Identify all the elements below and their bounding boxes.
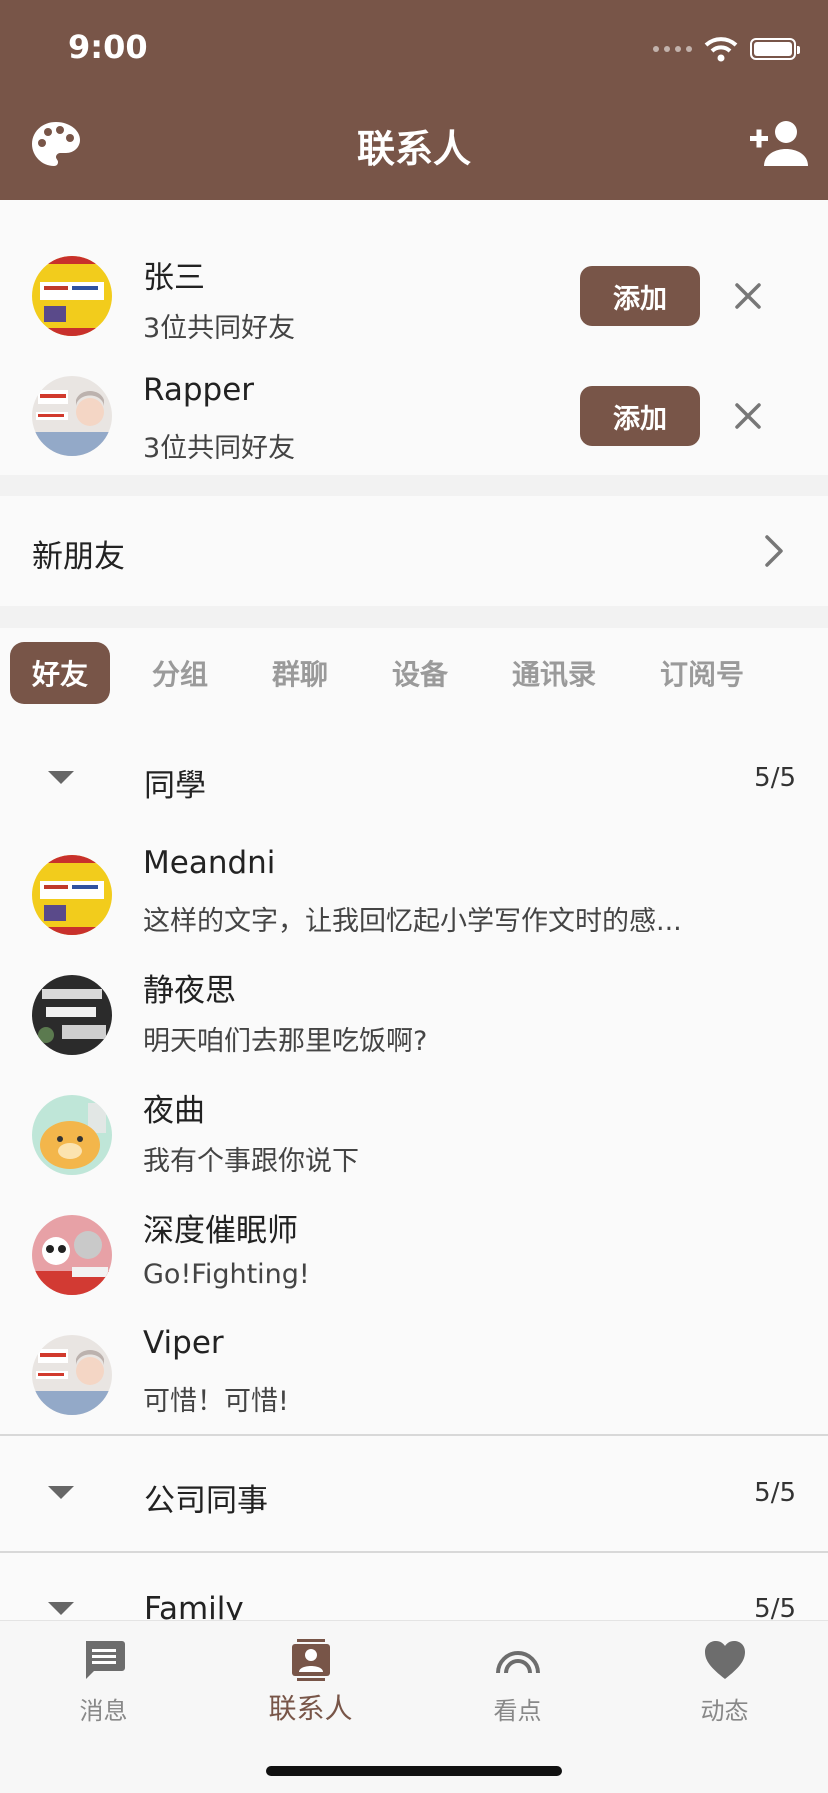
- group-name: 公司同事: [144, 1483, 268, 1519]
- divider: [0, 1434, 828, 1436]
- triangle-down-icon: [48, 771, 74, 784]
- contact-name: Meandni: [143, 845, 276, 881]
- heart-icon: [704, 1641, 745, 1679]
- nav-label: 看点: [493, 1697, 542, 1725]
- new-friends-label: 新朋友: [32, 539, 125, 575]
- group-count: 5/5: [754, 1478, 796, 1508]
- request-mutual: 3位共同好友: [143, 313, 296, 344]
- chevron-right-icon: [765, 535, 783, 567]
- add-button[interactable]: 添加: [580, 266, 700, 326]
- add-button[interactable]: 添加: [580, 386, 700, 446]
- request-item: Rapper 3位共同好友 添加: [0, 362, 828, 472]
- contact-message: 这样的文字，让我回忆起小学写作文时的感...: [143, 906, 682, 937]
- add-person-icon[interactable]: [748, 118, 808, 168]
- contact-name: 静夜思: [143, 973, 236, 1009]
- avatar[interactable]: [32, 256, 112, 336]
- page-title: 联系人: [356, 127, 471, 171]
- nav-moments[interactable]: 动态: [621, 1621, 828, 1731]
- avatar[interactable]: [32, 376, 112, 456]
- nav-label: 动态: [700, 1697, 749, 1725]
- group-name: 同學: [144, 768, 206, 804]
- avatar: [32, 855, 112, 935]
- contact-message: 可惜！可惜!: [143, 1386, 289, 1417]
- status-icons: [653, 36, 800, 62]
- tab-group-chats[interactable]: 群聊: [250, 642, 350, 704]
- request-name: Rapper: [143, 372, 255, 408]
- divider: [0, 1551, 828, 1553]
- contact-message: 我有个事跟你说下: [143, 1146, 359, 1177]
- contact-name: Viper: [143, 1325, 224, 1361]
- tab-friends[interactable]: 好友: [10, 642, 110, 704]
- avatar: [32, 975, 112, 1055]
- nav-contacts[interactable]: 联系人: [207, 1621, 414, 1731]
- triangle-down-icon: [48, 1602, 74, 1615]
- avatar: [32, 1335, 112, 1415]
- request-item: 张三 3位共同好友 添加: [0, 242, 828, 352]
- group-count: 5/5: [754, 763, 796, 793]
- rainbow-icon: [495, 1651, 540, 1674]
- contact-message: Go!Fighting!: [143, 1259, 310, 1290]
- nav-messages[interactable]: 消息: [0, 1621, 207, 1731]
- divider: [0, 606, 828, 628]
- app-bar: 9:00 联系人: [0, 0, 828, 200]
- contact-message: 明天咱们去那里吃饭啊?: [143, 1026, 428, 1057]
- tab-devices[interactable]: 设备: [370, 642, 470, 704]
- list-item[interactable]: Meandni 这样的文字，让我回忆起小学写作文时的感...: [0, 835, 828, 955]
- close-icon[interactable]: [728, 396, 768, 436]
- list-item[interactable]: 深度催眠师 Go!Fighting!: [0, 1195, 828, 1315]
- wifi-icon: [704, 37, 738, 62]
- avatar: [32, 1215, 112, 1295]
- nav-label: 消息: [79, 1697, 128, 1725]
- contact-name: 夜曲: [143, 1093, 205, 1129]
- signal-icon: [653, 46, 692, 52]
- list-item[interactable]: 静夜思 明天咱们去那里吃饭啊?: [0, 955, 828, 1075]
- category-tabs: 好友 分组 群聊 设备 通讯录 订阅号: [0, 628, 828, 718]
- list-item[interactable]: Viper 可惜！可惜!: [0, 1315, 828, 1435]
- message-icon: [85, 1641, 125, 1679]
- tab-groups[interactable]: 分组: [130, 642, 230, 704]
- contact-name: 深度催眠师: [143, 1213, 298, 1249]
- triangle-down-icon: [48, 1486, 74, 1499]
- tab-address-book[interactable]: 通讯录: [496, 642, 612, 704]
- friend-requests: 张三 3位共同好友 添加 Rapper 3位共同好友 添加: [0, 200, 828, 475]
- battery-icon: [750, 38, 800, 60]
- tab-subscriptions[interactable]: 订阅号: [644, 642, 760, 704]
- nav-discover[interactable]: 看点: [414, 1621, 621, 1731]
- request-mutual: 3位共同好友: [143, 433, 296, 464]
- avatar: [32, 1095, 112, 1175]
- home-indicator[interactable]: [266, 1766, 562, 1776]
- group-header-colleagues[interactable]: 公司同事 5/5: [0, 1440, 828, 1550]
- close-icon[interactable]: [728, 276, 768, 316]
- list-item[interactable]: 夜曲 我有个事跟你说下: [0, 1075, 828, 1195]
- nav-label: 联系人: [268, 1692, 353, 1725]
- contacts-icon: [291, 1639, 330, 1681]
- new-friends-row[interactable]: 新朋友: [0, 496, 828, 606]
- request-name: 张三: [143, 260, 205, 296]
- status-time: 9:00: [68, 28, 148, 66]
- group-header-classmates[interactable]: 同學 5/5: [0, 725, 828, 835]
- divider: [0, 475, 828, 496]
